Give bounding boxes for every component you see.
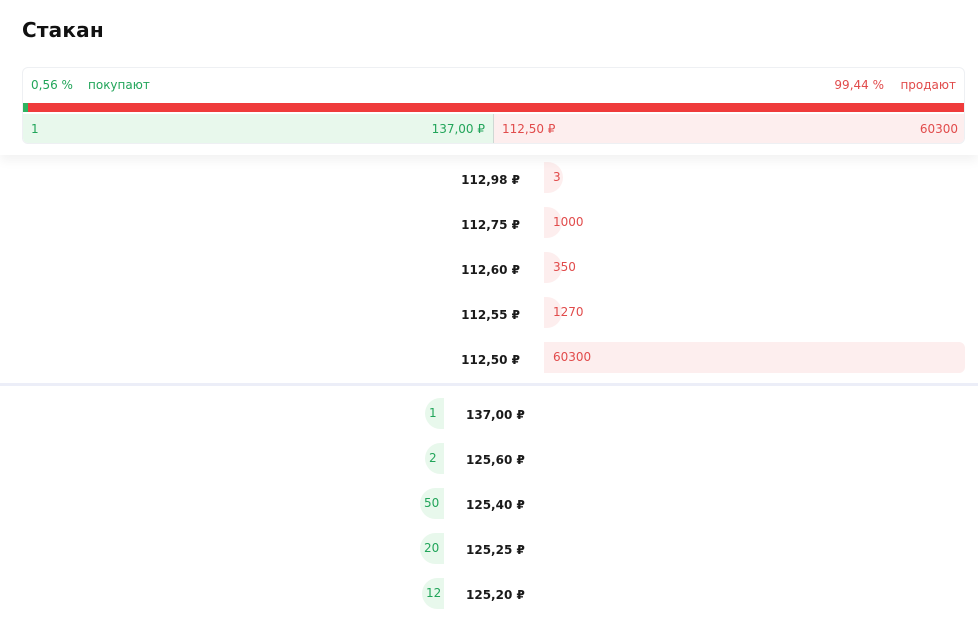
best-ask-qty: 60300 bbox=[919, 122, 958, 136]
ask-price: 112,55 ₽ bbox=[461, 308, 520, 322]
bid-row[interactable]: 2 125,60 ₽ bbox=[0, 437, 978, 482]
sell-percent: 99,44 % bbox=[834, 78, 884, 92]
ask-volume-bar: 350 bbox=[544, 252, 576, 283]
best-bid-price: 137,00 ₽ bbox=[431, 122, 485, 136]
ask-volume-bar: 3 bbox=[544, 162, 563, 193]
order-book-header: Стакан 0,56 % покупают 99,44 % продают 1… bbox=[0, 0, 978, 155]
bid-price: 137,00 ₽ bbox=[466, 408, 525, 422]
ask-volume: 1270 bbox=[553, 305, 584, 319]
best-bid: 1 137,00 ₽ bbox=[23, 114, 494, 143]
bid-price: 125,60 ₽ bbox=[466, 453, 525, 467]
bid-volume-bar: 2 bbox=[425, 443, 444, 474]
bid-row[interactable]: 12 125,20 ₽ bbox=[0, 572, 978, 617]
bid-volume: 50 bbox=[424, 496, 440, 510]
ask-row[interactable]: 112,60 ₽ 350 bbox=[0, 247, 978, 292]
bid-volume: 20 bbox=[424, 541, 440, 555]
sell-label: продают bbox=[900, 78, 956, 92]
bid-row[interactable]: 1 137,00 ₽ bbox=[0, 392, 978, 437]
buy-sell-ratio-bar bbox=[23, 103, 964, 112]
ask-volume: 350 bbox=[553, 260, 576, 274]
best-ask-price: 112,50 ₽ bbox=[502, 122, 556, 136]
bid-row[interactable]: 20 125,25 ₽ bbox=[0, 527, 978, 572]
spread-divider bbox=[0, 383, 978, 386]
ask-volume-bar: 60300 bbox=[544, 342, 965, 373]
ask-row[interactable]: 112,98 ₽ 3 bbox=[0, 157, 978, 202]
buy-percent: 0,56 % bbox=[31, 78, 73, 92]
ask-row[interactable]: 112,55 ₽ 1270 bbox=[0, 292, 978, 337]
bid-volume: 2 bbox=[429, 451, 437, 465]
ask-volume-bar: 1000 bbox=[544, 207, 584, 238]
best-ask: 112,50 ₽ 60300 bbox=[494, 114, 964, 143]
ratio-sell-segment bbox=[28, 103, 964, 112]
ask-volume: 3 bbox=[553, 170, 561, 184]
ask-price: 112,50 ₽ bbox=[461, 353, 520, 367]
asks-list: 112,98 ₽ 3 112,75 ₽ 1000 112,60 ₽ 350 11… bbox=[0, 157, 978, 382]
ask-row[interactable]: 112,50 ₽ 60300 bbox=[0, 337, 978, 382]
bid-volume-bar: 50 bbox=[420, 488, 444, 519]
bid-volume: 12 bbox=[426, 586, 442, 600]
ask-price: 112,75 ₽ bbox=[461, 218, 520, 232]
ask-row[interactable]: 112,75 ₽ 1000 bbox=[0, 202, 978, 247]
buy-label: покупают bbox=[88, 78, 150, 92]
bid-price: 125,20 ₽ bbox=[466, 588, 525, 602]
bid-price: 125,40 ₽ bbox=[466, 498, 525, 512]
ask-price: 112,98 ₽ bbox=[461, 173, 520, 187]
bids-list: 1 137,00 ₽ 2 125,60 ₽ 50 125,40 ₽ 20 125… bbox=[0, 392, 978, 617]
ask-price: 112,60 ₽ bbox=[461, 263, 520, 277]
ask-volume: 60300 bbox=[553, 350, 592, 364]
bid-volume: 1 bbox=[429, 406, 437, 420]
bid-row[interactable]: 50 125,40 ₽ bbox=[0, 482, 978, 527]
bid-price: 125,25 ₽ bbox=[466, 543, 525, 557]
best-bid-qty: 1 bbox=[31, 122, 39, 136]
bid-volume-bar: 1 bbox=[425, 398, 444, 429]
ask-volume-bar: 1270 bbox=[544, 297, 584, 328]
ask-volume: 1000 bbox=[553, 215, 584, 229]
bid-volume-bar: 20 bbox=[420, 533, 444, 564]
buy-sell-summary: 0,56 % покупают 99,44 % продают 1 137,00… bbox=[22, 67, 965, 144]
bid-volume-bar: 12 bbox=[422, 578, 444, 609]
page-title: Стакан bbox=[22, 18, 104, 42]
